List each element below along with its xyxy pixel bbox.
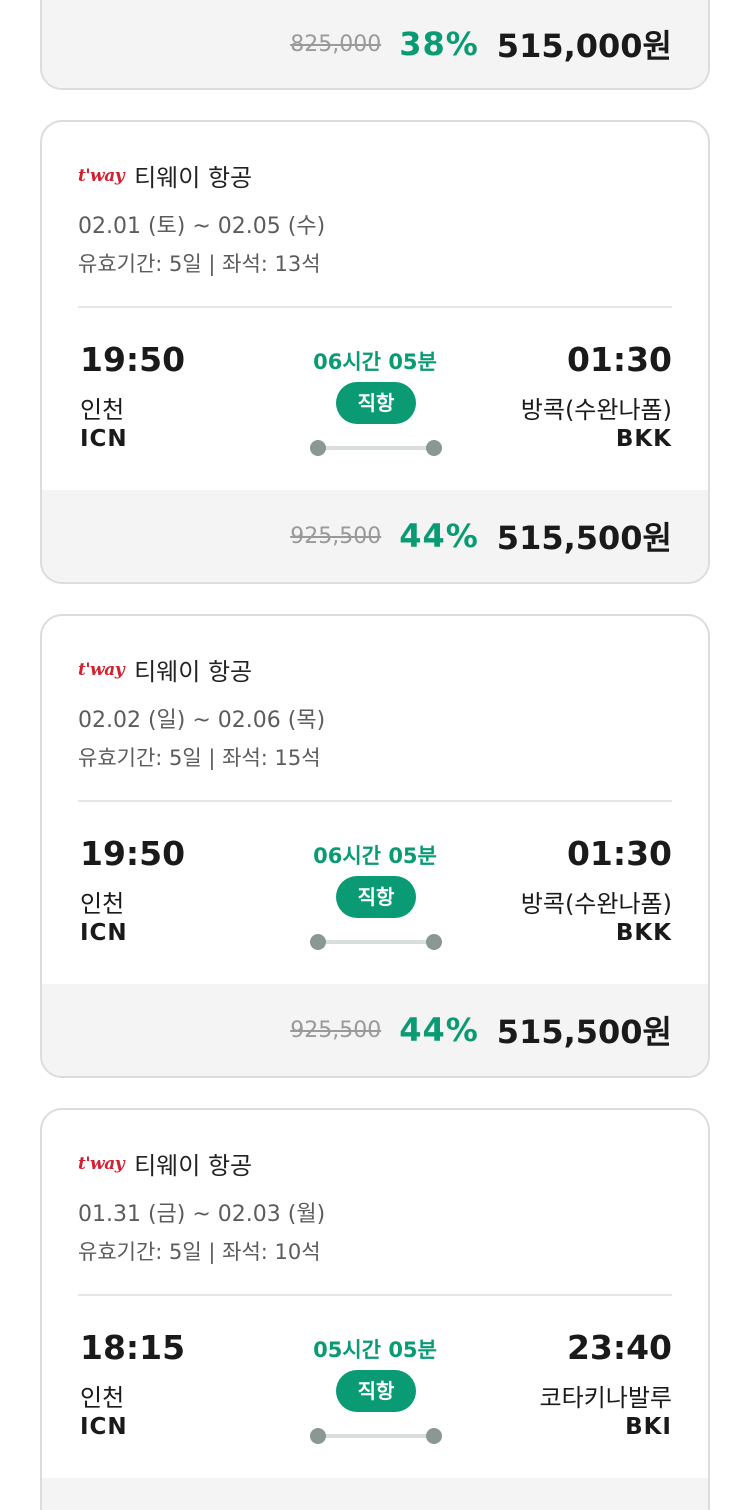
airline-logo: t'way xyxy=(78,1153,125,1174)
departure-code: ICN xyxy=(80,426,128,452)
airline-name: 티웨이 항공 xyxy=(134,164,253,192)
arrival-time: 01:30 xyxy=(566,834,672,873)
divider xyxy=(78,1294,672,1296)
discount-rate: 44% xyxy=(399,1011,479,1049)
travel-dates: 02.01 (토) ~ 02.05 (수) xyxy=(78,214,326,239)
travel-dates: 01.31 (금) ~ 02.03 (월) xyxy=(78,1202,326,1227)
departure-code: ICN xyxy=(80,920,128,946)
airline-row: t'way 티웨이 항공 xyxy=(78,1146,252,1181)
travel-dates: 02.02 (일) ~ 02.06 (목) xyxy=(78,708,326,733)
price-row: 925,500 44% 515,500원 xyxy=(290,984,672,1076)
flight-card-1[interactable]: t'way 티웨이 항공 02.01 (토) ~ 02.05 (수) 유효기간:… xyxy=(40,120,710,584)
validity-seats: 유효기간: 5일 | 좌석: 13석 xyxy=(78,252,321,276)
final-price: 515,500원 xyxy=(496,519,672,557)
price-bar: 925,500 44% 515,500원 xyxy=(42,984,708,1076)
arrival-code: BKK xyxy=(615,920,672,946)
airline-name: 티웨이 항공 xyxy=(134,658,253,686)
arrival-city: 코타키나발루 xyxy=(539,1384,672,1412)
airline-row: t'way 티웨이 항공 xyxy=(78,652,252,687)
validity-seats: 유효기간: 5일 | 좌석: 15석 xyxy=(78,746,321,770)
price-bar: 925,500 44% 515,500원 xyxy=(42,490,708,582)
direct-flight-badge: 직항 xyxy=(336,876,416,918)
arrival-city: 방콕(수완나폼) xyxy=(520,890,672,918)
route-line-icon xyxy=(310,440,442,456)
divider xyxy=(78,306,672,308)
departure-city: 인천 xyxy=(80,1384,125,1412)
departure-city: 인천 xyxy=(80,890,125,918)
price-bar: 825,000 38% 515,000원 xyxy=(42,0,708,88)
departure-city: 인천 xyxy=(80,396,125,424)
arrival-code: BKK xyxy=(615,426,672,452)
discount-rate: 44% xyxy=(399,517,479,555)
arrival-time: 01:30 xyxy=(566,340,672,379)
arrival-code: BKI xyxy=(625,1414,672,1440)
final-price: 515,500원 xyxy=(496,1013,672,1051)
original-price: 925,500 xyxy=(290,523,382,549)
price-row: 925,500 44% 515,500원 xyxy=(290,490,672,582)
discount-rate: 38% xyxy=(399,25,479,63)
original-price: 825,000 xyxy=(290,31,382,57)
validity-seats: 유효기간: 5일 | 좌석: 10석 xyxy=(78,1240,321,1264)
airline-logo: t'way xyxy=(78,165,125,186)
flight-card-3[interactable]: t'way 티웨이 항공 01.31 (금) ~ 02.03 (월) 유효기간:… xyxy=(40,1108,710,1510)
flight-info: t'way 티웨이 항공 02.02 (일) ~ 02.06 (목) 유효기간:… xyxy=(42,616,708,984)
airline-logo: t'way xyxy=(78,659,125,680)
flight-card-2[interactable]: t'way 티웨이 항공 02.02 (일) ~ 02.06 (목) 유효기간:… xyxy=(40,614,710,1078)
arrival-time: 23:40 xyxy=(566,1328,672,1367)
price-bar xyxy=(42,1478,708,1510)
flight-results-list: 825,000 38% 515,000원 t'way 티웨이 항공 02.01 … xyxy=(0,0,750,1510)
final-price: 515,000원 xyxy=(496,27,672,65)
flight-card-0[interactable]: 825,000 38% 515,000원 xyxy=(40,0,710,90)
flight-info: t'way 티웨이 항공 01.31 (금) ~ 02.03 (월) 유효기간:… xyxy=(42,1110,708,1478)
airline-name: 티웨이 항공 xyxy=(134,1152,253,1180)
route-line-icon xyxy=(310,1428,442,1444)
arrival-city: 방콕(수완나폼) xyxy=(520,396,672,424)
flight-info: t'way 티웨이 항공 02.01 (토) ~ 02.05 (수) 유효기간:… xyxy=(42,122,708,490)
direct-flight-badge: 직항 xyxy=(336,382,416,424)
direct-flight-badge: 직항 xyxy=(336,1370,416,1412)
route-line-icon xyxy=(310,934,442,950)
departure-code: ICN xyxy=(80,1414,128,1440)
original-price: 925,500 xyxy=(290,1017,382,1043)
price-row: 825,000 38% 515,000원 xyxy=(290,0,672,88)
airline-row: t'way 티웨이 항공 xyxy=(78,158,252,193)
divider xyxy=(78,800,672,802)
